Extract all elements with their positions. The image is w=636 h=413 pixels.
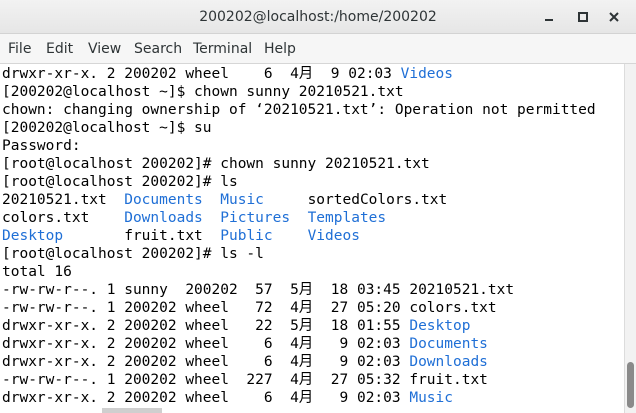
maximize-icon — [578, 12, 588, 22]
terminal-line: Password: — [2, 137, 81, 155]
window-titlebar[interactable]: 200202@localhost:/home/200202 — [0, 0, 636, 34]
terminal-text: drwxr-xr-x. 2 200202 wheel 22 5月 18 01:5… — [2, 318, 410, 334]
minimize-button[interactable] — [541, 9, 557, 25]
horizontal-scroll-indicator — [102, 408, 162, 413]
directory-name: Pictures — [220, 210, 291, 226]
terminal-line: -rw-rw-r--. 1 200202 wheel 227 4月 27 05:… — [2, 371, 488, 389]
directory-name: Templates — [307, 210, 387, 226]
directory-name: Documents — [124, 192, 203, 208]
terminal-line: drwxr-xr-x. 2 200202 wheel 6 4月 9 02:03 … — [2, 335, 488, 353]
terminal-text: sortedColors.txt — [263, 192, 448, 208]
terminal-text: total 16 — [2, 264, 72, 280]
directory-name: Videos — [307, 228, 360, 244]
directory-name: Downloads — [409, 354, 488, 370]
terminal-line: drwxr-xr-x. 2 200202 wheel 6 4月 9 02:03 … — [2, 65, 453, 83]
menu-terminal[interactable]: Terminal — [193, 34, 252, 64]
directory-name: Downloads — [124, 210, 203, 226]
terminal-text: drwxr-xr-x. 2 200202 wheel 6 4月 9 02:03 — [2, 354, 410, 370]
minimize-icon — [545, 19, 553, 21]
terminal-line: [200202@localhost ~]$ su — [2, 119, 212, 137]
terminal-line: [root@localhost 200202]# chown sunny 202… — [2, 155, 430, 173]
terminal-line: chown: changing ownership of ‘20210521.t… — [2, 101, 596, 119]
directory-name: Desktop — [409, 318, 471, 334]
directory-name: Documents — [409, 336, 488, 352]
terminal-text: -rw-rw-r--. 1 200202 wheel 72 4月 27 05:2… — [2, 300, 497, 316]
terminal-text: [200202@localhost ~]$ su — [2, 120, 212, 136]
terminal-text: Password: — [2, 138, 81, 154]
terminal-text: [root@localhost 200202]# chown sunny 202… — [2, 156, 430, 172]
close-icon — [609, 12, 619, 22]
menu-help[interactable]: Help — [264, 34, 296, 64]
terminal-text: fruit.txt — [63, 228, 221, 244]
menu-file[interactable]: File — [8, 34, 31, 64]
terminal-line: drwxr-xr-x. 2 200202 wheel 6 4月 9 02:03 … — [2, 353, 488, 371]
terminal-line: 20210521.txt Documents Music sortedColor… — [2, 191, 447, 209]
terminal-line: total 16 — [2, 263, 72, 281]
terminal-text: [200202@localhost ~]$ chown sunny 202105… — [2, 84, 404, 100]
terminal-line: -rw-rw-r--. 1 200202 wheel 72 4月 27 05:2… — [2, 299, 497, 317]
terminal-line: drwxr-xr-x. 2 200202 wheel 22 5月 18 01:5… — [2, 317, 470, 335]
terminal-output[interactable]: drwxr-xr-x. 2 200202 wheel 6 4月 9 02:03 … — [0, 64, 624, 413]
scrollbar-thumb[interactable] — [627, 362, 634, 408]
directory-name: Desktop — [2, 228, 64, 244]
terminal-text: chown: changing ownership of ‘20210521.t… — [2, 102, 596, 118]
menu-view[interactable]: View — [88, 34, 121, 64]
terminal-line: Desktop fruit.txt Public Videos — [2, 227, 360, 245]
vertical-scrollbar[interactable] — [624, 64, 636, 413]
menu-bar: File Edit View Search Terminal Help — [0, 34, 636, 64]
terminal-line: [root@localhost 200202]# ls — [2, 173, 238, 191]
terminal-line: [200202@localhost ~]$ chown sunny 202105… — [2, 83, 404, 101]
terminal-line: -rw-rw-r--. 1 sunny 200202 57 5月 18 03:4… — [2, 281, 514, 299]
maximize-button[interactable] — [575, 9, 591, 25]
terminal-line: drwxr-xr-x. 2 200202 wheel 6 4月 9 02:03 … — [2, 389, 453, 407]
terminal-line: [root@localhost 200202]# ls -l — [2, 245, 264, 263]
terminal-text: drwxr-xr-x. 2 200202 wheel 6 4月 9 02:03 — [2, 66, 401, 82]
menu-search[interactable]: Search — [134, 34, 182, 64]
terminal-text: [root@localhost 200202]# ls -l — [2, 246, 264, 262]
terminal-line: colors.txt Downloads Pictures Templates — [2, 209, 386, 227]
terminal-text: -rw-rw-r--. 1 200202 wheel 227 4月 27 05:… — [2, 372, 488, 388]
terminal-text: [root@localhost 200202]# ls — [2, 174, 238, 190]
terminal-text: drwxr-xr-x. 2 200202 wheel 6 4月 9 02:03 — [2, 390, 410, 406]
directory-name: Public — [220, 228, 273, 244]
terminal-text: colors.txt — [2, 210, 125, 226]
terminal-text: -rw-rw-r--. 1 sunny 200202 57 5月 18 03:4… — [2, 282, 515, 298]
directory-name: Videos — [400, 66, 453, 82]
close-button[interactable] — [606, 9, 622, 25]
menu-edit[interactable]: Edit — [46, 34, 73, 64]
terminal-text: drwxr-xr-x. 2 200202 wheel 6 4月 9 02:03 — [2, 336, 410, 352]
directory-name: Music — [220, 192, 264, 208]
terminal-text: 20210521.txt — [2, 192, 125, 208]
directory-name: Music — [409, 390, 453, 406]
